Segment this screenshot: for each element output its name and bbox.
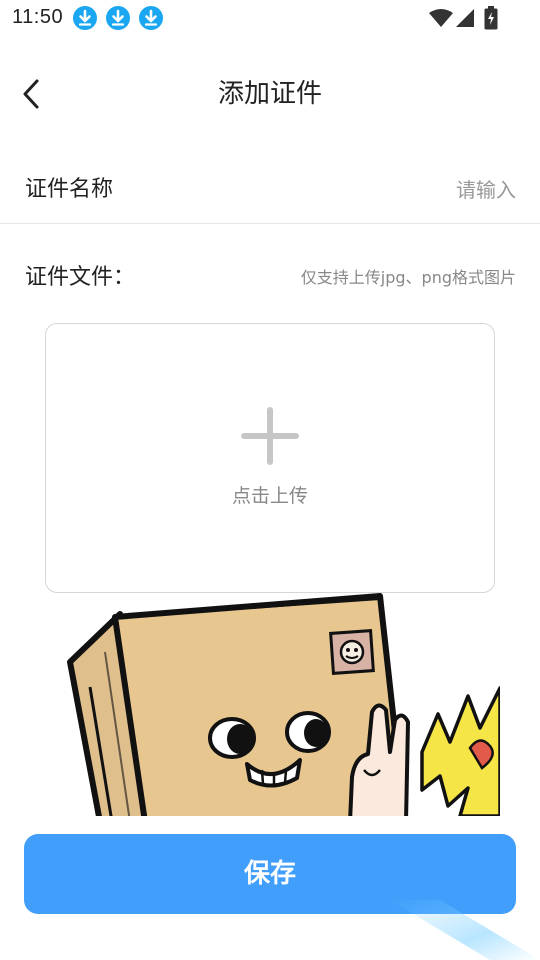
certificate-name-input[interactable] (276, 172, 516, 208)
status-time: 11:50 (12, 6, 64, 28)
battery-charging-icon (484, 6, 498, 34)
download-icon (139, 6, 163, 30)
status-bar: 11:50 (0, 0, 540, 36)
plus-icon (241, 407, 299, 465)
wifi-icon (428, 8, 454, 32)
signal-icon (455, 8, 475, 32)
decorative-flare (390, 900, 540, 960)
cardboard-box-character-illustration (50, 592, 500, 816)
file-format-hint: 仅支持上传jpg、png格式图片 (300, 268, 516, 287)
download-icon (73, 6, 97, 30)
page-title: 添加证件 (217, 79, 322, 109)
upload-area[interactable]: 点击上传 (45, 323, 495, 593)
download-icon (106, 6, 130, 30)
divider (0, 223, 540, 224)
name-label: 证件名称 (25, 177, 114, 202)
file-label: 证件文件： (25, 265, 136, 290)
upload-label: 点击上传 (231, 485, 308, 507)
